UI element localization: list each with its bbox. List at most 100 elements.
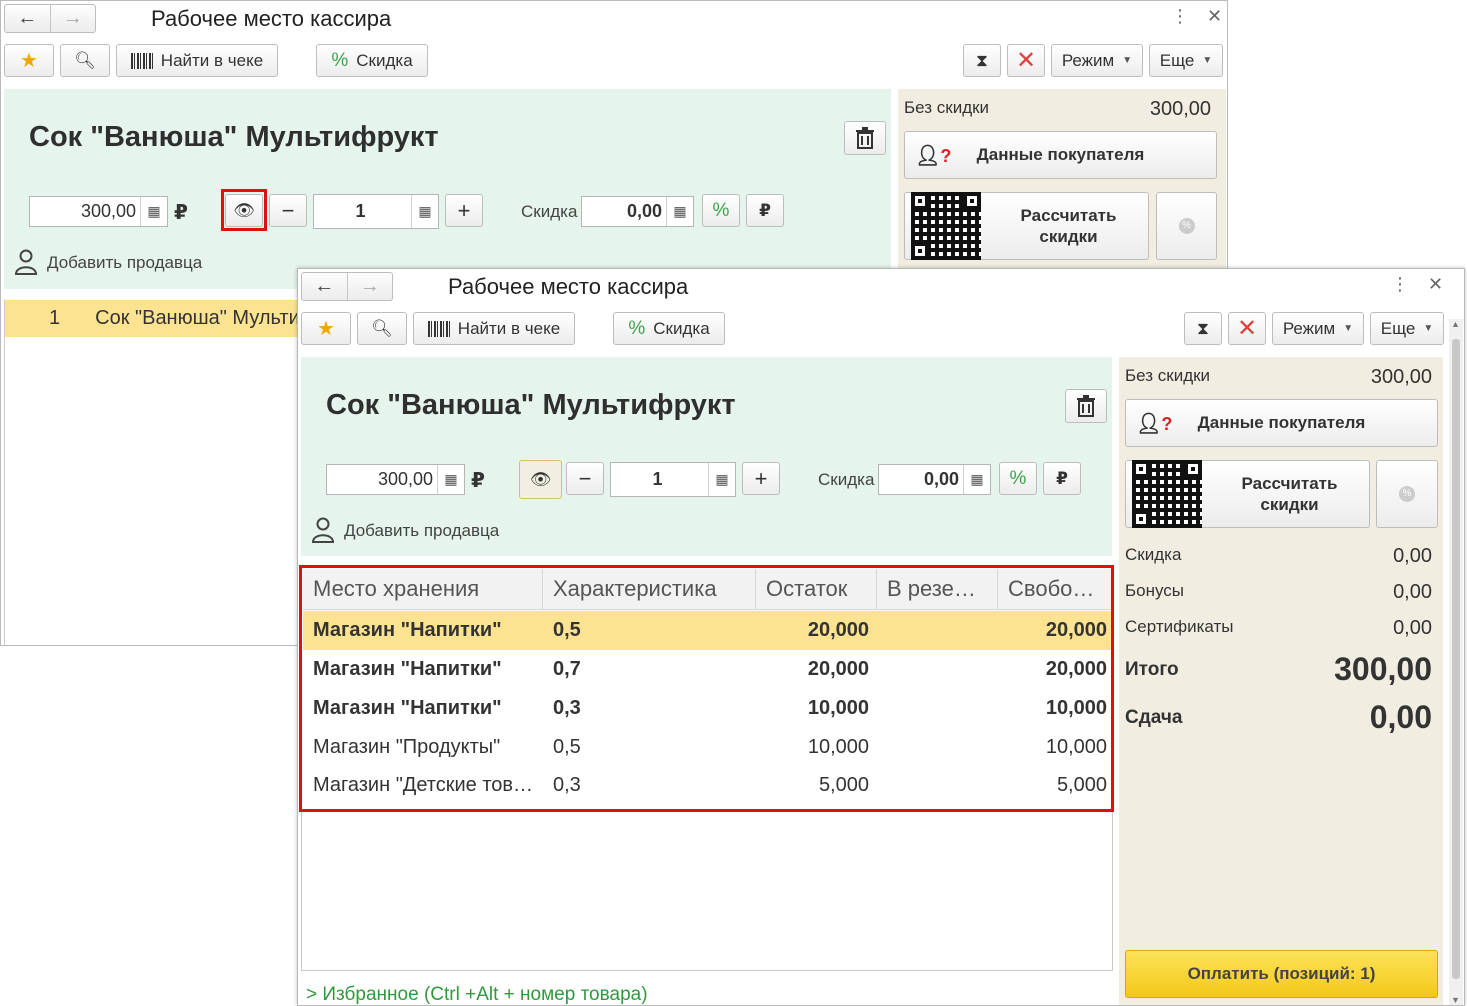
percent-circle-icon: % xyxy=(1178,218,1195,234)
find-in-receipt-button[interactable]: Найти в чеке xyxy=(413,312,575,345)
favorite-button[interactable]: ★ xyxy=(4,44,54,77)
hourglass-button[interactable]: ⧗ xyxy=(1184,312,1222,345)
increment-button[interactable]: + xyxy=(445,194,483,227)
add-seller-link[interactable]: Добавить продавца xyxy=(47,253,202,273)
increment-button[interactable]: + xyxy=(742,462,780,495)
nav-buttons: ← → xyxy=(4,4,96,33)
quantity-field[interactable]: 1 ▦ xyxy=(610,462,736,497)
cancel-receipt-button[interactable]: ✕ xyxy=(1228,312,1266,345)
scrollbar[interactable]: ▲ ▼ xyxy=(1449,319,1463,1005)
more-dropdown[interactable]: Еще ▼ xyxy=(1149,44,1223,77)
person-question-icon: 👤︎? xyxy=(915,144,952,167)
back-arrow-icon[interactable]: ← xyxy=(5,5,50,32)
back-arrow-icon[interactable]: ← xyxy=(302,273,347,300)
quantity-field[interactable]: 1 ▦ xyxy=(313,194,439,229)
ruble-discount-button[interactable]: ₽ xyxy=(746,194,784,227)
price-field[interactable]: 300,00 ▦ xyxy=(326,464,465,495)
qr-code-icon xyxy=(1132,460,1202,528)
favorite-button[interactable]: ★ xyxy=(301,312,351,345)
window-title: Рабочее место кассира xyxy=(151,6,392,31)
percent-circle-icon: % xyxy=(1399,486,1415,502)
customer-data-button[interactable]: 👤︎? Данные покупателя xyxy=(904,131,1217,179)
discount-card-button[interactable]: % xyxy=(1376,460,1438,528)
scroll-thumb[interactable] xyxy=(1452,339,1460,979)
discount-label: Скидка xyxy=(521,202,578,221)
close-icon[interactable]: ✕ xyxy=(1428,274,1443,295)
scroll-down-icon[interactable]: ▼ xyxy=(1451,995,1460,1005)
hourglass-icon: ⧗ xyxy=(976,50,988,70)
trash-icon xyxy=(1077,395,1095,417)
chevron-right-icon: > xyxy=(306,984,318,1005)
calc-discounts-button[interactable]: Рассчитать скидки xyxy=(1125,460,1370,528)
calculator-icon[interactable]: ▦ xyxy=(437,465,464,494)
caret-down-icon: ▼ xyxy=(1343,323,1354,334)
pay-button[interactable]: Оплатить (позиций: 1) xyxy=(1125,950,1438,998)
discount-summary-row: Скидка 0,00 xyxy=(1125,545,1432,567)
close-icon[interactable]: ✕ xyxy=(1207,6,1222,27)
delete-button[interactable] xyxy=(1065,389,1107,423)
price-field[interactable]: 300,00 ▦ xyxy=(29,196,168,227)
cancel-receipt-button[interactable]: ✕ xyxy=(1007,44,1045,77)
red-close-icon: ✕ xyxy=(1015,47,1037,74)
add-seller-link[interactable]: Добавить продавца xyxy=(344,521,499,541)
discount-card-button[interactable]: % xyxy=(1156,192,1217,260)
discount-field[interactable]: 0,00 ▦ xyxy=(878,464,991,495)
forward-arrow-icon[interactable]: → xyxy=(346,273,393,300)
person-icon xyxy=(312,517,334,543)
currency-label: ₽ xyxy=(471,470,485,492)
no-discount-row: Без скидки 300,00 xyxy=(1125,366,1432,388)
change-row: Сдача 0,00 xyxy=(1125,699,1432,735)
nav-buttons: ← → xyxy=(301,272,393,301)
search-button[interactable]: 🔍︎ xyxy=(357,312,407,345)
favorites-link[interactable]: > Избранное (Ctrl +Alt + номер товара) xyxy=(306,984,648,1005)
qr-code-icon xyxy=(911,192,981,260)
show-stock-button[interactable]: 👁︎ xyxy=(519,460,562,499)
star-icon: ★ xyxy=(20,50,38,72)
kebab-menu-icon[interactable]: ⋮ xyxy=(1171,6,1189,27)
decrement-button[interactable]: − xyxy=(566,462,604,495)
no-discount-row: Без скидки 300,00 xyxy=(904,98,1211,120)
red-close-icon: ✕ xyxy=(1236,315,1258,342)
percent-icon: % xyxy=(331,49,349,71)
trash-icon xyxy=(856,127,874,149)
stock-table-highlight-frame xyxy=(299,565,1114,812)
calculator-icon[interactable]: ▦ xyxy=(411,195,438,228)
percent-icon: % xyxy=(712,199,730,221)
discount-field[interactable]: 0,00 ▦ xyxy=(581,196,694,227)
percent-discount-button[interactable]: % xyxy=(702,194,740,227)
caret-down-icon: ▼ xyxy=(1202,55,1213,66)
calculator-icon[interactable]: ▦ xyxy=(708,463,735,496)
find-in-receipt-button[interactable]: Найти в чеке xyxy=(116,44,278,77)
ruble-icon: ₽ xyxy=(1056,468,1068,488)
discount-button[interactable]: % Скидка xyxy=(316,44,428,77)
ruble-icon: ₽ xyxy=(759,200,771,220)
calculator-icon[interactable]: ▦ xyxy=(140,197,167,226)
currency-label: ₽ xyxy=(174,202,188,224)
delete-button[interactable] xyxy=(844,121,886,155)
calculator-icon[interactable]: ▦ xyxy=(666,197,693,226)
certificates-row: Сертификаты 0,00 xyxy=(1125,617,1432,639)
calc-discounts-button[interactable]: Рассчитать скидки xyxy=(904,192,1149,260)
window-title: Рабочее место кассира xyxy=(448,274,689,299)
eye-highlight-frame xyxy=(221,189,267,231)
decrement-button[interactable]: − xyxy=(269,194,307,227)
more-dropdown[interactable]: Еще ▼ xyxy=(1370,312,1444,345)
customer-data-button[interactable]: 👤︎? Данные покупателя xyxy=(1125,399,1438,447)
kebab-menu-icon[interactable]: ⋮ xyxy=(1391,274,1409,295)
percent-discount-button[interactable]: % xyxy=(999,462,1037,495)
forward-arrow-icon[interactable]: → xyxy=(49,5,96,32)
discount-label: Скидка xyxy=(818,470,875,489)
calculator-icon[interactable]: ▦ xyxy=(963,465,990,494)
total-row: Итого 300,00 xyxy=(1125,651,1432,687)
scroll-up-icon[interactable]: ▲ xyxy=(1451,319,1460,329)
barcode-icon xyxy=(427,320,450,337)
mode-dropdown[interactable]: Режим ▼ xyxy=(1272,312,1364,345)
person-icon xyxy=(15,249,37,275)
discount-button[interactable]: % Скидка xyxy=(613,312,725,345)
hourglass-button[interactable]: ⧗ xyxy=(963,44,1001,77)
bonuses-row: Бонусы 0,00 xyxy=(1125,581,1432,603)
caret-down-icon: ▼ xyxy=(1122,55,1133,66)
mode-dropdown[interactable]: Режим ▼ xyxy=(1051,44,1143,77)
ruble-discount-button[interactable]: ₽ xyxy=(1043,462,1081,495)
search-button[interactable]: 🔍︎ xyxy=(60,44,110,77)
